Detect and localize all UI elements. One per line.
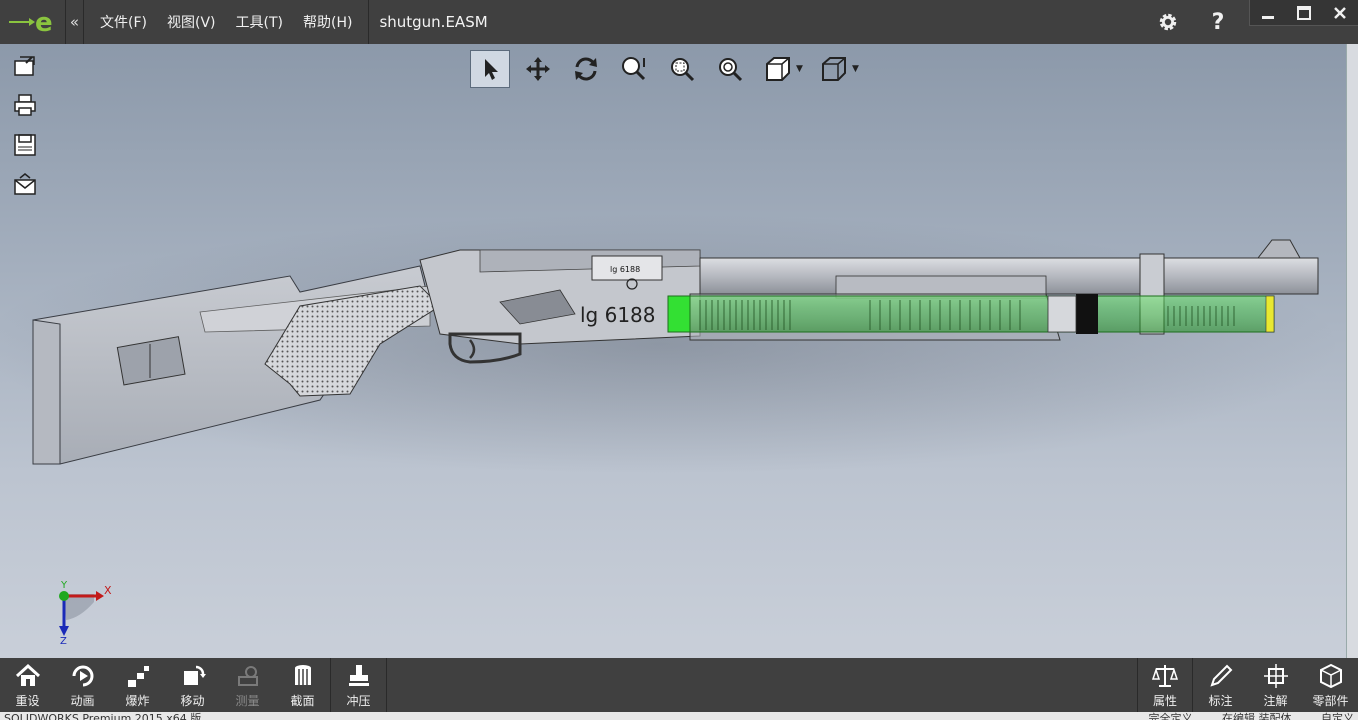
minimize-icon [1262,16,1274,19]
close-button[interactable] [1322,0,1358,26]
receiver-part[interactable]: lg 6188 lg 6188 [419,249,701,345]
zoom-to-area-icon [671,58,695,82]
properties-button[interactable]: 属性 [1138,658,1193,712]
rotate-icon [575,57,597,81]
main-menu: 文件(F) 视图(V) 工具(T) 帮助(H) [84,0,370,44]
menu-tools[interactable]: 工具(T) [226,12,293,32]
markup-button[interactable]: 标注 [1193,658,1248,712]
save-button[interactable] [10,132,40,158]
save-icon [14,134,36,156]
gear-icon [1159,13,1177,31]
svg-text:e: e [35,8,53,37]
reset-button[interactable]: 重设 [0,658,55,712]
receiver-marking-large: lg 6188 [580,303,656,327]
section-icon [294,665,311,685]
menu-view[interactable]: 视图(V) [157,12,226,32]
zoom-in-out-icon [719,58,743,82]
display-style-icon [766,57,790,81]
settings-button[interactable] [1143,0,1193,44]
print-button[interactable] [10,92,40,118]
coordinate-triad: X Y Z [59,580,112,644]
status-editing: 在编辑 装配体 [1222,712,1292,720]
view-orientation-dropdown[interactable]: ▼ [852,64,862,74]
menu-file[interactable]: 文件(F) [90,12,157,32]
right-side-strip [1346,44,1358,658]
close-icon [1334,7,1346,19]
annotation-icon [1263,664,1288,688]
zoom-to-fit-icon [622,57,646,81]
maximize-button[interactable] [1286,0,1322,26]
move-button[interactable]: 移动 [165,658,220,712]
graphics-viewport[interactable]: lg 6188 lg 6188 ▼ ▼ X Y Z [0,44,1346,658]
components-icon [1319,663,1342,689]
status-product: SOLIDWORKS Premium 2015 x64 版 [4,712,202,720]
view-orientation-icon [822,57,846,81]
document-title: shutgun.EASM [379,13,488,31]
triad-y-label: Y [60,580,68,591]
bottom-toolbar: 重设 动画 爆炸 移动 测量 截面 冲压 属性 标注 注解 零部件 [0,658,1358,712]
open-icon [14,56,35,76]
mail-button[interactable] [10,172,40,198]
menu-help[interactable]: 帮助(H) [293,12,362,32]
triad-x-label: X [104,584,112,597]
stamp-button[interactable]: 冲压 [331,658,386,712]
zoom-to-area-button[interactable] [662,50,702,88]
left-toolbar [10,52,40,198]
bottom-right-group: 属性 标注 注解 零部件 [1137,658,1358,712]
collapse-panel-button[interactable]: « [66,0,84,44]
stamp-icon [348,665,369,686]
status-bar: SOLIDWORKS Premium 2015 x64 版 完全定义 在编辑 装… [0,712,1358,720]
minimize-button[interactable] [1250,0,1286,26]
app-logo[interactable]: e [0,0,66,44]
open-button[interactable] [10,52,40,78]
print-icon [14,94,36,116]
rotate-tool-button[interactable] [566,50,606,88]
move-icon [183,665,206,685]
zoom-to-fit-button[interactable] [614,50,654,88]
view-toolbar: ▼ ▼ [470,50,862,88]
pan-icon [526,57,550,81]
front-sight [1256,239,1301,259]
bottom-left-group: 重设 动画 爆炸 移动 测量 截面 [0,658,331,712]
zoom-in-out-button[interactable] [710,50,750,88]
receiver-marking-small: lg 6188 [610,265,640,274]
annotation-button[interactable]: 注解 [1248,658,1303,712]
shotgun-assembly-model[interactable]: lg 6188 lg 6188 [0,44,1346,658]
tube-cap-ring [1076,294,1098,334]
display-style-dropdown[interactable]: ▼ [796,64,806,74]
status-custom: 自定义 [1321,712,1354,720]
components-button[interactable]: 零部件 [1303,658,1358,712]
view-orientation-button[interactable] [814,50,854,88]
home-icon [15,663,40,686]
measure-button[interactable]: 测量 [220,658,275,712]
maximize-icon [1297,6,1311,20]
status-definition: 完全定义 [1148,712,1193,720]
select-arrow-icon [485,59,498,80]
explode-icon [127,666,149,687]
section-button[interactable]: 截面 [275,658,330,712]
select-tool-button[interactable] [470,50,510,88]
edrawings-logo-icon: e [8,8,53,37]
pencil-icon [1209,664,1232,687]
triad-z-label: Z [60,636,67,644]
pan-tool-button[interactable] [518,50,558,88]
help-button[interactable]: ? [1193,0,1243,44]
animation-button[interactable]: 动画 [55,658,110,712]
bottom-stamp-group: 冲压 [331,658,387,712]
scale-icon [1152,665,1178,687]
mail-icon [14,173,36,195]
window-controls [1249,0,1358,26]
display-style-button[interactable] [758,50,798,88]
magazine-tube-part[interactable] [667,294,1275,334]
help-icon: ? [1211,9,1225,35]
animation-icon [72,665,93,687]
title-bar: e « 文件(F) 视图(V) 工具(T) 帮助(H) shutgun.EASM… [0,0,1358,44]
explode-button[interactable]: 爆炸 [110,658,165,712]
measure-icon [237,666,258,686]
